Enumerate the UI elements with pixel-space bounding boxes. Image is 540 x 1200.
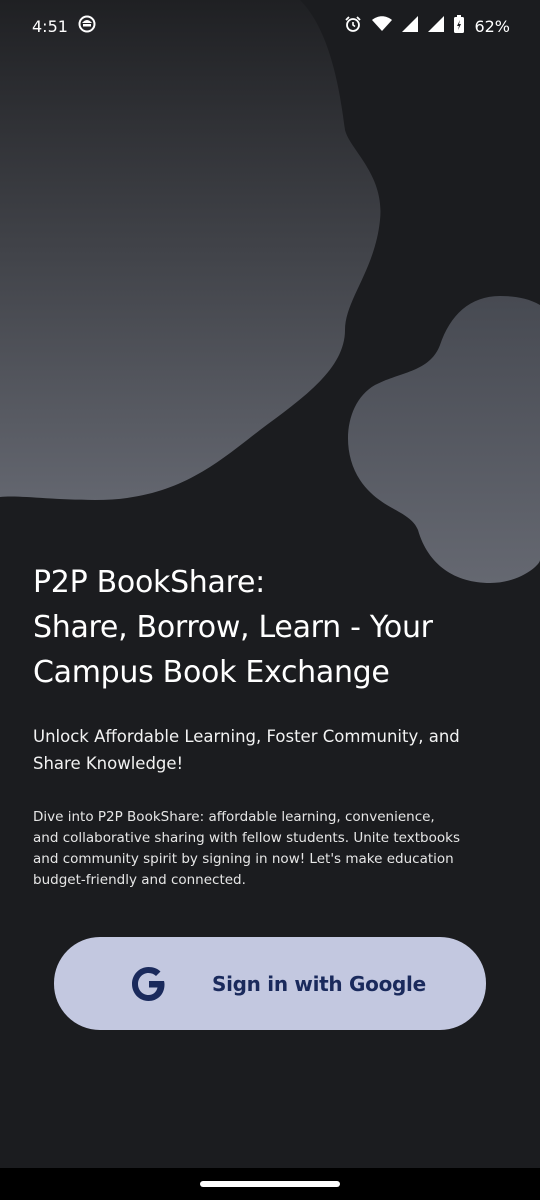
sign-in-screen: 4:51 62% P2P BookShare: Share, Borrow, L… [0,0,540,1200]
signal-icon [402,16,419,36]
headline-line: Share, Borrow, Learn - Your [33,610,433,645]
description-line: Dive into P2P BookShare: affordable lear… [33,809,435,825]
battery-charging-icon [454,15,465,37]
status-time: 4:51 [32,16,68,36]
description: Dive into P2P BookShare: affordable lear… [33,807,513,891]
description-line: budget-friendly and connected. [33,872,246,888]
home-indicator[interactable] [200,1181,340,1187]
status-bar: 4:51 62% [0,0,540,52]
decorative-blobs [0,0,540,583]
description-line: and collaborative sharing with fellow st… [33,830,460,846]
hero-content: P2P BookShare: Share, Borrow, Learn - Yo… [33,560,513,891]
signal-icon [428,16,445,36]
description-line: and community spirit by signing in now! … [33,851,454,867]
sign-in-with-google-button[interactable]: Sign in with Google [54,937,486,1030]
small-blob-shape [348,296,540,583]
navigation-bar [0,1168,540,1200]
headline-line: Campus Book Exchange [33,655,390,690]
status-left: 4:51 [32,15,96,37]
headline: P2P BookShare: Share, Borrow, Learn - Yo… [33,560,513,695]
large-blob-shape [0,0,381,500]
headline-line: P2P BookShare: [33,565,265,600]
battery-percentage: 62% [474,16,510,36]
app-notification-icon [78,15,96,37]
subtitle-line: Share Knowledge! [33,754,184,773]
alarm-icon [344,15,362,37]
subtitle: Unlock Affordable Learning, Foster Commu… [33,723,513,777]
status-right: 62% [344,15,510,37]
sign-in-label: Sign in with Google [212,971,426,996]
wifi-icon [372,16,393,36]
google-icon [128,963,170,1005]
subtitle-line: Unlock Affordable Learning, Foster Commu… [33,727,460,746]
